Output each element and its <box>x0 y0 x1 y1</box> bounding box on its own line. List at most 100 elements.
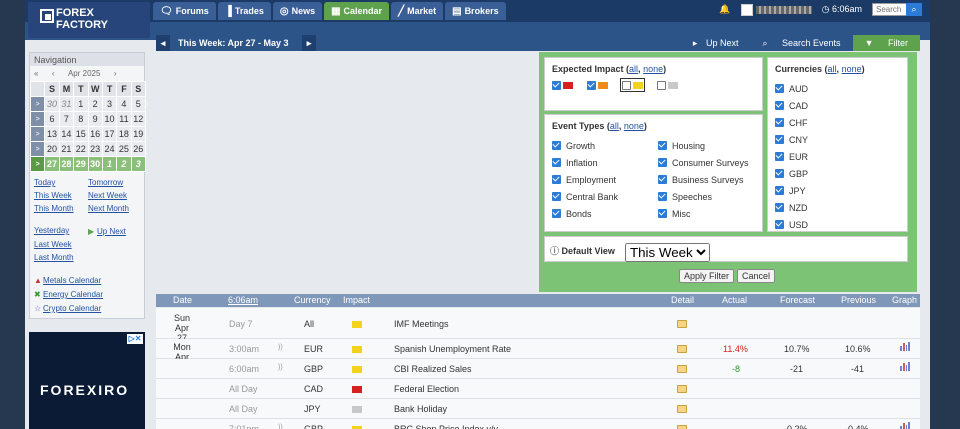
event-type-checkbox[interactable]: Central Bank <box>552 188 658 205</box>
calendar-day[interactable]: 3 <box>130 156 147 172</box>
impact-low-checkbox[interactable] <box>620 77 645 93</box>
link-last-week[interactable]: Last Week <box>34 240 88 250</box>
event-type-checkbox[interactable]: Housing <box>658 137 749 154</box>
row-event[interactable]: Bank Holiday <box>394 404 447 414</box>
search-icon[interactable]: ⌕ <box>906 3 922 16</box>
apply-filter-button[interactable]: Apply Filter <box>679 269 735 283</box>
link-this-week[interactable]: This Week <box>34 191 88 201</box>
currency-checkbox[interactable]: GBP <box>775 165 907 182</box>
detail-folder-icon[interactable] <box>677 345 687 353</box>
table-row[interactable]: All Day CAD Federal Election <box>156 379 920 399</box>
calendar-day[interactable]: 9 <box>87 111 103 127</box>
tab-forums[interactable]: 🗨 Forums <box>153 2 216 20</box>
calendar-day[interactable]: 5 <box>130 96 147 112</box>
search-events-button[interactable]: ⌕ Search Events <box>750 35 852 51</box>
impact-holiday-checkbox[interactable] <box>657 80 678 91</box>
calendar-day[interactable]: 10 <box>101 111 118 127</box>
currency-checkbox[interactable]: NZD <box>775 199 907 216</box>
currency-checkbox[interactable]: EUR <box>775 148 907 165</box>
link-last-month[interactable]: Last Month <box>34 253 88 263</box>
calendar-day[interactable]: 15 <box>73 126 89 142</box>
row-event[interactable]: IMF Meetings <box>394 319 449 329</box>
detail-folder-icon[interactable] <box>677 365 687 373</box>
tab-news[interactable]: ◎ News <box>272 2 323 20</box>
table-row[interactable]: Sun Apr 27 Day 7 All IMF Meetings <box>156 308 920 343</box>
calendar-day[interactable]: 31 <box>58 96 75 112</box>
prev-month-icon[interactable]: ‹ <box>52 69 55 78</box>
calendar-day[interactable]: 22 <box>73 141 89 157</box>
calendar-day[interactable]: 13 <box>44 126 60 142</box>
tab-market[interactable]: ╱ Market <box>391 2 444 20</box>
user-menu[interactable] <box>740 3 812 16</box>
next-week-icon[interactable]: ▸ <box>302 35 316 51</box>
detail-folder-icon[interactable] <box>677 385 687 393</box>
event-type-checkbox[interactable]: Misc <box>658 205 749 222</box>
impact-medium-checkbox[interactable] <box>587 80 608 91</box>
calendar-day[interactable]: 11 <box>116 111 132 127</box>
event-type-checkbox[interactable]: Business Surveys <box>658 171 749 188</box>
link-metals-calendar[interactable]: Metals Calendar <box>43 276 101 285</box>
link-yesterday[interactable]: Yesterday <box>34 226 88 237</box>
calendar-day[interactable]: 18 <box>116 126 132 142</box>
event-type-checkbox[interactable]: Growth <box>552 137 658 154</box>
currency-checkbox[interactable]: CHF <box>775 114 907 131</box>
event-type-checkbox[interactable]: Speeches <box>658 188 749 205</box>
table-row[interactable]: 6:00am)) GBP CBI Realized Sales -8 -21 -41 <box>156 359 920 379</box>
calendar-day[interactable]: 8 <box>73 111 89 127</box>
link-crypto-calendar[interactable]: Crypto Calendar <box>43 304 101 313</box>
graph-icon[interactable] <box>900 362 910 371</box>
link-tomorrow[interactable]: Tomorrow <box>88 178 144 188</box>
alert-icon[interactable]: )) <box>278 344 283 351</box>
calendar-day[interactable]: 30 <box>87 156 103 172</box>
calendar-day[interactable]: 28 <box>58 156 75 172</box>
detail-folder-icon[interactable] <box>677 405 687 413</box>
currency-checkbox[interactable]: JPY <box>775 182 907 199</box>
clock[interactable]: ◷ 6:06am <box>822 4 862 15</box>
currency-checkbox[interactable]: CAD <box>775 97 907 114</box>
up-next-button[interactable]: ▸ Up Next <box>687 35 751 51</box>
impact-all-link[interactable]: all <box>629 64 638 74</box>
filter-button[interactable]: ▼ Filter <box>852 35 920 51</box>
calendar-day[interactable]: 16 <box>87 126 103 142</box>
event-type-checkbox[interactable]: Inflation <box>552 154 658 171</box>
calendar-day[interactable]: 20 <box>44 141 60 157</box>
calendar-day[interactable]: 24 <box>101 141 118 157</box>
currency-checkbox[interactable]: AUD <box>775 80 907 97</box>
calendar-day[interactable]: 14 <box>58 126 75 142</box>
default-view-select[interactable]: This Week <box>625 243 710 262</box>
tab-trades[interactable]: ▐ Trades <box>217 2 271 20</box>
row-event[interactable]: Spanish Unemployment Rate <box>394 344 511 354</box>
graph-icon[interactable] <box>900 422 910 429</box>
calendar-day[interactable]: 17 <box>101 126 118 142</box>
types-all-link[interactable]: all <box>610 121 619 131</box>
select-week-icon[interactable]: > <box>29 111 46 127</box>
table-row[interactable]: All Day JPY Bank Holiday <box>156 399 920 419</box>
link-next-month[interactable]: Next Month <box>88 204 144 214</box>
advertisement[interactable]: ▷✕ FOREXIRO <box>29 332 145 429</box>
event-type-checkbox[interactable]: Bonds <box>552 205 658 222</box>
calendar-day[interactable]: 21 <box>58 141 75 157</box>
link-up-next[interactable]: Up Next <box>97 227 126 236</box>
bell-icon[interactable]: 🔔 <box>719 4 730 15</box>
select-week-icon[interactable]: > <box>29 126 46 142</box>
row-event[interactable]: Federal Election <box>394 384 459 394</box>
calendar-day[interactable]: 6 <box>44 111 60 127</box>
link-energy-calendar[interactable]: Energy Calendar <box>43 290 103 299</box>
calendar-day[interactable]: 26 <box>130 141 147 157</box>
calendar-day[interactable]: 1 <box>73 96 89 112</box>
table-row[interactable]: MonApr 283:00am))EURSpanish Unemployment… <box>156 339 920 372</box>
cancel-button[interactable]: Cancel <box>737 269 776 283</box>
detail-folder-icon[interactable] <box>677 319 687 328</box>
prev-year-icon[interactable]: « <box>34 69 38 78</box>
types-none-link[interactable]: none <box>624 121 644 131</box>
detail-folder-icon[interactable] <box>677 425 687 429</box>
table-row[interactable]: 7:01pm)) GBP BRC Shop Price Index y/y -0.2%… <box>156 419 920 429</box>
time-header[interactable]: 6:06am <box>228 295 258 305</box>
currencies-all-link[interactable]: all <box>828 64 837 74</box>
select-week-icon[interactable]: > <box>29 141 46 157</box>
link-today[interactable]: Today <box>34 178 88 188</box>
calendar-day[interactable]: 29 <box>73 156 89 172</box>
graph-icon[interactable] <box>900 342 910 351</box>
row-event[interactable]: BRC Shop Price Index y/y <box>394 424 498 429</box>
link-this-month[interactable]: This Month <box>34 204 88 214</box>
